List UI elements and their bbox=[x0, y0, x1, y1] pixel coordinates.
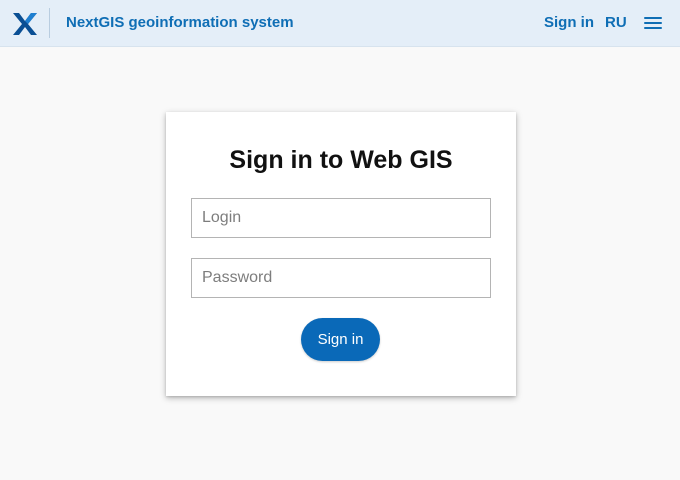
app-title[interactable]: NextGIS geoinformation system bbox=[66, 14, 294, 32]
language-switch-link[interactable]: RU bbox=[605, 14, 627, 32]
login-input[interactable] bbox=[191, 198, 491, 238]
header-sign-in-link[interactable]: Sign in bbox=[544, 14, 594, 32]
sign-in-title: Sign in to Web GIS bbox=[229, 146, 453, 174]
sign-in-card: Sign in to Web GIS Sign in bbox=[166, 112, 516, 396]
password-input[interactable] bbox=[191, 258, 491, 298]
menu-bar bbox=[644, 27, 662, 29]
menu-bar bbox=[644, 22, 662, 24]
logo-divider bbox=[49, 8, 50, 38]
sign-in-button[interactable]: Sign in bbox=[301, 318, 380, 361]
nextgis-logo-icon[interactable] bbox=[13, 11, 37, 35]
menu-bar bbox=[644, 17, 662, 19]
top-header: NextGIS geoinformation system Sign in RU bbox=[0, 0, 680, 47]
hamburger-menu-icon[interactable] bbox=[643, 15, 663, 31]
